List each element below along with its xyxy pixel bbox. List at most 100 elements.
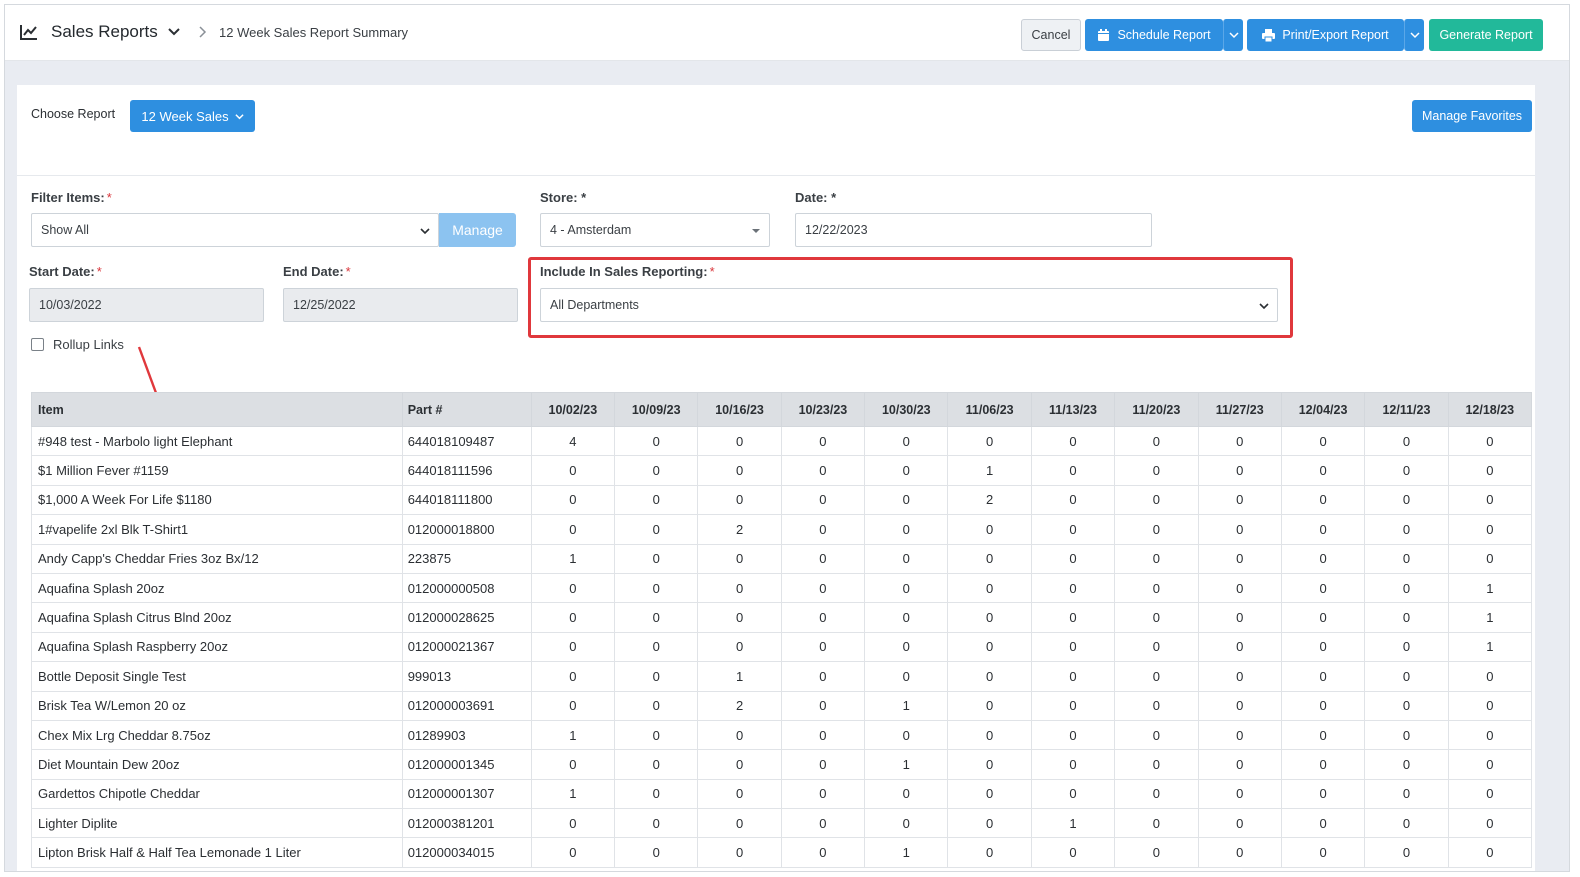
week-qty-cell: 0 bbox=[1114, 690, 1199, 721]
week-qty-cell: 0 bbox=[864, 455, 949, 486]
week-qty-cell: 0 bbox=[697, 602, 782, 633]
week-qty-cell: 0 bbox=[614, 749, 699, 780]
week-qty-cell: 0 bbox=[614, 778, 699, 810]
column-header[interactable]: 10/09/23 bbox=[614, 392, 699, 427]
item-name-cell: $1 Million Fever #1159 bbox=[31, 455, 403, 486]
week-qty-cell: 0 bbox=[530, 690, 616, 721]
item-name-cell: 1#vapelife 2xl Blk T-Shirt1 bbox=[31, 514, 403, 545]
column-header[interactable]: 10/23/23 bbox=[780, 392, 866, 427]
column-header[interactable]: 12/18/23 bbox=[1447, 392, 1533, 427]
print-export-dropdown[interactable] bbox=[1404, 19, 1424, 51]
week-qty-cell: 2 bbox=[697, 690, 782, 721]
week-qty-cell: 1 bbox=[947, 455, 1032, 486]
week-qty-cell: 1 bbox=[530, 778, 616, 810]
table-body: #948 test - Marbolo light Elephant 644018… bbox=[31, 425, 1533, 868]
column-header[interactable]: 10/16/23 bbox=[697, 392, 782, 427]
week-qty-cell: 0 bbox=[780, 572, 866, 604]
item-name-cell: Aquafina Splash Raspberry 20oz bbox=[31, 631, 403, 663]
week-qty-cell: 0 bbox=[1364, 455, 1449, 486]
week-qty-cell: 0 bbox=[1114, 602, 1199, 633]
week-qty-cell: 0 bbox=[1030, 719, 1116, 751]
filter-items-select[interactable]: Show All bbox=[31, 213, 439, 247]
week-qty-cell: 0 bbox=[1030, 425, 1116, 457]
part-number-cell: 012000003691 bbox=[401, 690, 532, 721]
week-qty-cell: 0 bbox=[1280, 572, 1366, 604]
column-header[interactable]: 10/02/23 bbox=[530, 392, 616, 427]
start-date-input: 10/03/2022 bbox=[29, 288, 264, 322]
week-qty-cell: 0 bbox=[530, 484, 616, 516]
week-qty-cell: 0 bbox=[1197, 631, 1282, 663]
date-input[interactable]: 12/22/2023 bbox=[795, 213, 1152, 247]
week-qty-cell: 0 bbox=[864, 572, 949, 604]
week-qty-cell: 0 bbox=[530, 837, 616, 868]
week-qty-cell: 0 bbox=[947, 514, 1032, 545]
rollup-links-option[interactable]: Rollup Links bbox=[31, 337, 124, 352]
week-qty-cell: 0 bbox=[947, 631, 1032, 663]
column-header[interactable]: 10/30/23 bbox=[864, 392, 949, 427]
print-export-button[interactable]: Print/Export Report bbox=[1247, 19, 1404, 51]
week-qty-cell: 0 bbox=[947, 572, 1032, 604]
include-sales-select[interactable]: All Departments bbox=[540, 288, 1278, 322]
manage-filter-button[interactable]: Manage bbox=[439, 213, 516, 247]
week-qty-cell: 0 bbox=[697, 484, 782, 516]
week-qty-cell: 0 bbox=[614, 543, 699, 574]
schedule-report-dropdown[interactable] bbox=[1223, 19, 1243, 51]
week-qty-cell: 0 bbox=[1447, 484, 1533, 516]
table-header-row: Item Part #10/02/23 10/09/23 10/16/23 10/23/… bbox=[31, 392, 1533, 427]
week-qty-cell: 1 bbox=[697, 661, 782, 692]
week-qty-cell: 0 bbox=[1280, 455, 1366, 486]
store-select[interactable]: 4 - Amsterdam bbox=[540, 213, 770, 247]
table-row: Lighter Diplite 012000381201 0 0 0 0 0 0 1 0 0 0 0 0 bbox=[31, 808, 1533, 839]
item-name-cell: $1,000 A Week For Life $1180 bbox=[31, 484, 403, 516]
week-qty-cell: 1 bbox=[530, 719, 616, 751]
column-header[interactable]: 11/13/23 bbox=[1030, 392, 1116, 427]
end-date-input: 12/25/2022 bbox=[283, 288, 518, 322]
item-name-cell: Aquafina Splash 20oz bbox=[31, 572, 403, 604]
schedule-report-button[interactable]: Schedule Report bbox=[1085, 19, 1223, 51]
week-qty-cell: 0 bbox=[1364, 808, 1449, 839]
column-header[interactable]: 12/04/23 bbox=[1280, 392, 1366, 427]
cancel-button[interactable]: Cancel bbox=[1021, 19, 1081, 51]
week-qty-cell: 0 bbox=[1447, 514, 1533, 545]
week-qty-cell: 0 bbox=[1197, 808, 1282, 839]
item-name-cell: Diet Mountain Dew 20oz bbox=[31, 749, 403, 780]
column-header[interactable]: 11/27/23 bbox=[1197, 392, 1282, 427]
week-qty-cell: 0 bbox=[1114, 425, 1199, 457]
sales-table: Item Part #10/02/23 10/09/23 10/16/23 10/23/… bbox=[31, 392, 1533, 868]
generate-report-button[interactable]: Generate Report bbox=[1429, 19, 1543, 51]
week-qty-cell: 0 bbox=[530, 749, 616, 780]
header-bar: Sales Reports 12 Week Sales Report Summa… bbox=[5, 5, 1569, 61]
line-chart-icon bbox=[20, 25, 37, 40]
week-qty-cell: 0 bbox=[614, 837, 699, 868]
printer-icon bbox=[1262, 28, 1276, 42]
week-qty-cell: 0 bbox=[947, 661, 1032, 692]
part-number-cell: 012000021367 bbox=[401, 631, 532, 663]
chevron-right-icon bbox=[199, 26, 207, 38]
week-qty-cell: 1 bbox=[1447, 631, 1533, 663]
chevron-down-icon[interactable] bbox=[167, 25, 181, 39]
rollup-links-checkbox[interactable] bbox=[31, 338, 44, 351]
table-row: Andy Capp's Cheddar Fries 3oz Bx/12 22387… bbox=[31, 543, 1533, 574]
app-title[interactable]: Sales Reports bbox=[51, 22, 158, 42]
part-number-cell: 644018111596 bbox=[401, 455, 532, 486]
manage-favorites-button[interactable]: Manage Favorites bbox=[1412, 100, 1532, 132]
column-header[interactable]: Item bbox=[31, 392, 403, 427]
column-header[interactable]: 11/06/23 bbox=[947, 392, 1032, 427]
report-select-button[interactable]: 12 Week Sales bbox=[130, 100, 255, 132]
table-row: Diet Mountain Dew 20oz 012000001345 0 0 0 0 1 0… bbox=[31, 749, 1533, 780]
column-header[interactable]: 12/11/23 bbox=[1364, 392, 1449, 427]
item-name-cell: Bottle Deposit Single Test bbox=[31, 661, 403, 692]
week-qty-cell: 0 bbox=[1030, 484, 1116, 516]
column-header[interactable]: Part # bbox=[401, 392, 532, 427]
week-qty-cell: 0 bbox=[614, 661, 699, 692]
week-qty-cell: 1 bbox=[864, 837, 949, 868]
start-date-label: Start Date: * bbox=[29, 264, 102, 279]
week-qty-cell: 0 bbox=[1280, 543, 1366, 574]
table-row: Brisk Tea W/Lemon 20 oz 012000003691 0 0 2 0 1… bbox=[31, 690, 1533, 721]
table-row: Aquafina Splash 20oz 012000000508 0 0 0 0 0 0 0 0… bbox=[31, 572, 1533, 604]
week-qty-cell: 0 bbox=[1114, 808, 1199, 839]
week-qty-cell: 0 bbox=[1114, 514, 1199, 545]
column-header[interactable]: 11/20/23 bbox=[1114, 392, 1199, 427]
week-qty-cell: 0 bbox=[1364, 425, 1449, 457]
week-qty-cell: 0 bbox=[864, 514, 949, 545]
